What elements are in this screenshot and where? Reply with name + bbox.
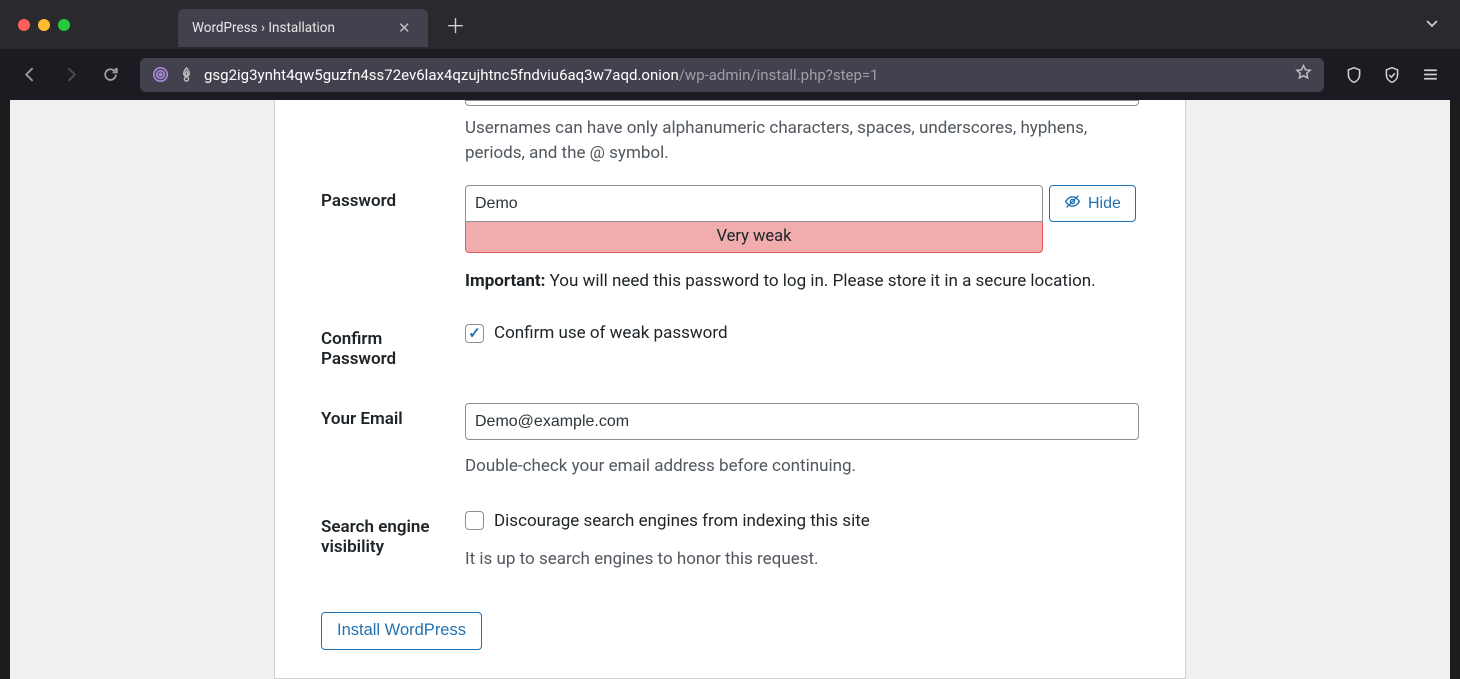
- window-close-button[interactable]: [18, 19, 30, 31]
- confirm-password-label: Confirm Password: [321, 309, 465, 389]
- search-engine-hint: It is up to search engines to honor this…: [465, 547, 1139, 572]
- nav-forward-button[interactable]: [54, 59, 86, 91]
- password-label: Password: [321, 171, 465, 309]
- confirm-weak-password-checkbox[interactable]: [465, 324, 484, 343]
- hide-password-button[interactable]: Hide: [1049, 185, 1136, 222]
- search-engine-visibility-label: Search engine visibility: [321, 497, 465, 590]
- url-path: /wp-admin/install.php?step=1: [679, 66, 879, 84]
- url-host: gsg2ig3ynht4qw5guzfn4ss72ev6lax4qzujhtnc…: [204, 66, 679, 84]
- browser-tab-active[interactable]: WordPress › Installation ✕: [178, 9, 428, 47]
- onion-lock-icon: [179, 67, 194, 82]
- username-hint: Usernames can have only alphanumeric cha…: [465, 116, 1139, 165]
- window-minimize-button[interactable]: [38, 19, 50, 31]
- install-form: Usernames can have only alphanumeric cha…: [274, 100, 1186, 679]
- shield-icon[interactable]: [1338, 59, 1370, 91]
- important-label: Important:: [465, 271, 545, 291]
- tab-title: WordPress › Installation: [192, 20, 335, 36]
- url-toolbar: gsg2ig3ynht4qw5guzfn4ss72ev6lax4qzujhtnc…: [0, 49, 1460, 100]
- eye-off-icon: [1064, 193, 1081, 215]
- discourage-search-engines-label[interactable]: Discourage search engines from indexing …: [494, 511, 870, 531]
- important-text: You will need this password to log in. P…: [545, 271, 1095, 291]
- password-important-note: Important: You will need this password t…: [465, 271, 1139, 291]
- email-field[interactable]: [465, 403, 1139, 440]
- email-label: Your Email: [321, 389, 465, 497]
- nav-reload-button[interactable]: [94, 59, 126, 91]
- password-strength-meter: Very weak: [465, 221, 1043, 253]
- window-maximize-button[interactable]: [58, 19, 70, 31]
- browser-tabs: WordPress › Installation ✕ ＋: [178, 0, 466, 49]
- tor-circuit-icon[interactable]: [152, 66, 169, 83]
- password-field[interactable]: [465, 185, 1043, 222]
- username-field[interactable]: [465, 100, 1139, 106]
- bookmark-star-icon[interactable]: [1295, 64, 1312, 85]
- traffic-lights: [18, 19, 70, 31]
- email-hint: Double-check your email address before c…: [465, 454, 1139, 479]
- page-outer: Usernames can have only alphanumeric cha…: [114, 100, 1346, 679]
- discourage-search-engines-checkbox[interactable]: [465, 511, 484, 530]
- toolbar-right: [1338, 59, 1446, 91]
- url-bar[interactable]: gsg2ig3ynht4qw5guzfn4ss72ev6lax4qzujhtnc…: [140, 58, 1324, 92]
- hide-button-label: Hide: [1088, 195, 1121, 213]
- page-viewport: Usernames can have only alphanumeric cha…: [10, 100, 1450, 679]
- confirm-weak-password-label[interactable]: Confirm use of weak password: [494, 323, 728, 343]
- hamburger-menu-icon[interactable]: [1414, 59, 1446, 91]
- new-tab-button[interactable]: ＋: [446, 10, 466, 39]
- security-level-icon[interactable]: [1376, 59, 1408, 91]
- window-chrome: WordPress › Installation ✕ ＋: [0, 0, 1460, 49]
- nav-back-button[interactable]: [14, 59, 46, 91]
- url-text: gsg2ig3ynht4qw5guzfn4ss72ev6lax4qzujhtnc…: [204, 66, 1285, 84]
- tab-overflow-icon[interactable]: [1424, 15, 1440, 35]
- tab-close-icon[interactable]: ✕: [395, 19, 414, 37]
- install-wordpress-button[interactable]: Install WordPress: [321, 612, 482, 650]
